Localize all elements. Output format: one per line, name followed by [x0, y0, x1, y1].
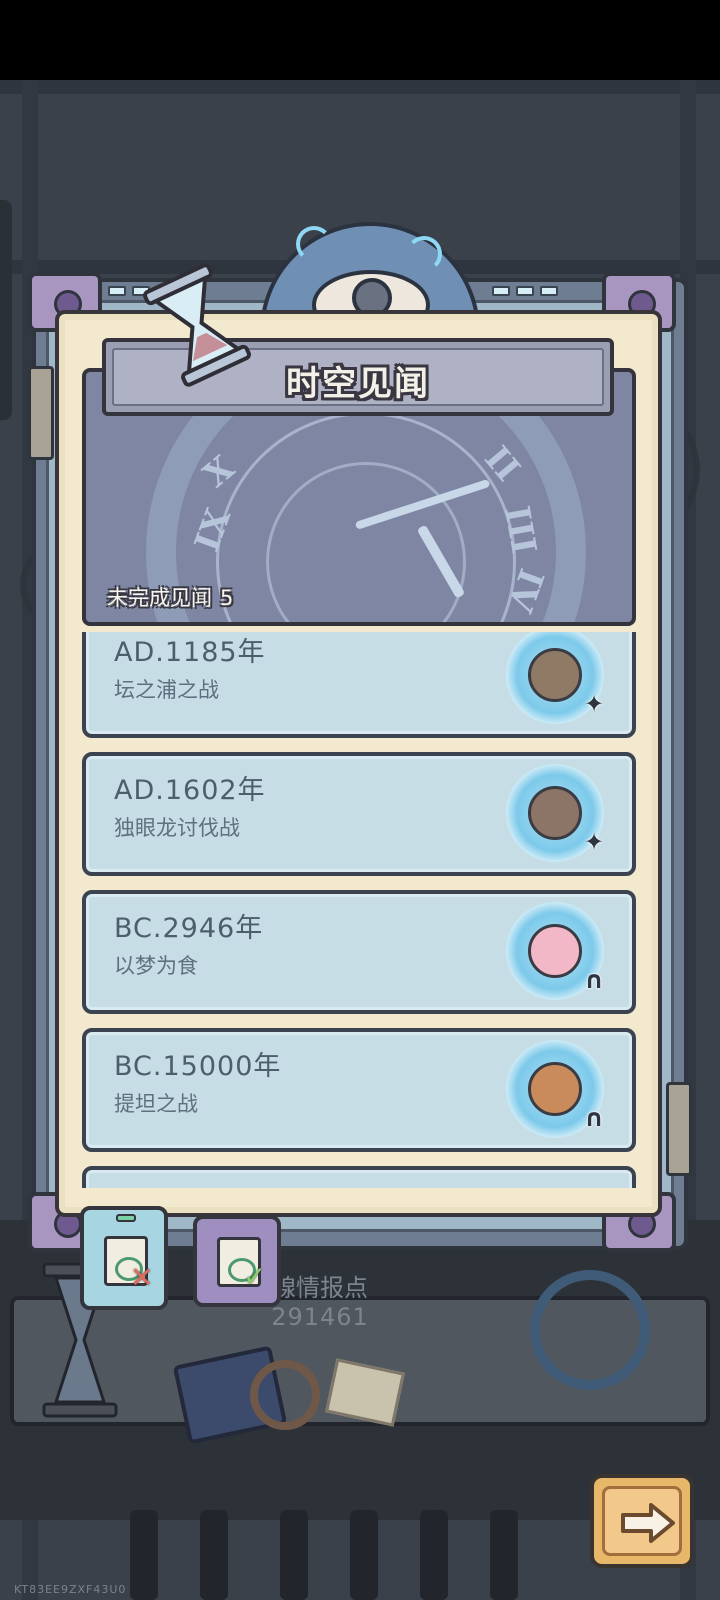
frame-side-strip-right [666, 1082, 692, 1176]
magnifying-glass-icon [250, 1360, 320, 1430]
event-year: BC.15000年 [114, 1051, 282, 1082]
one-eyed-warlord-avatar [528, 786, 582, 840]
incomplete-count: 5 [220, 586, 234, 610]
cross-icon: ✕ [130, 1261, 154, 1294]
frame-lights-right [492, 286, 558, 302]
lightning-spark-icon [296, 226, 332, 262]
event-year: BC.2946年 [114, 913, 264, 944]
event-year: AD.1185年 [114, 637, 266, 668]
intel-points-value: 291461 [271, 1303, 369, 1331]
shuriken-icon: ✦ [583, 828, 605, 856]
lightning-spark-icon [406, 236, 442, 272]
check-icon: ✓ [243, 1260, 267, 1293]
event-name: 以梦为食 [114, 954, 198, 978]
arrow-right-icon [621, 1503, 675, 1543]
orbit-device-icon [530, 1270, 650, 1390]
event-card-1602[interactable]: AD.1602年 独眼龙讨伐战 ✦ [82, 752, 636, 876]
event-name: 独眼龙讨伐战 [114, 816, 240, 840]
event-card-2946[interactable]: BC.2946年 以梦为食 ∩ [82, 890, 636, 1014]
frame-side-strip-left [28, 366, 54, 460]
incomplete-records-counter: 未完成见闻 5 [107, 582, 233, 612]
event-list[interactable]: AD.1185年 坛之浦之战 ✦ AD.1602年 独眼龙讨伐战 ✦ BC.29… [82, 632, 636, 1188]
event-year: AD.1602年 [114, 775, 266, 806]
build-id: KT83EE9ZXF43U0 [14, 1583, 127, 1596]
crowned-goddess-avatar [528, 1062, 582, 1116]
samurai-warrior-avatar [528, 648, 582, 702]
pink-dream-beast-avatar [528, 924, 582, 978]
event-card-1185[interactable]: AD.1185年 坛之浦之战 ✦ [82, 632, 636, 738]
next-button[interactable] [590, 1474, 694, 1568]
incomplete-label: 未完成见闻 [107, 586, 212, 610]
horseshoe-icon: ∩ [584, 1104, 604, 1132]
event-name: 坛之浦之战 [114, 678, 219, 702]
shuriken-icon: ✦ [583, 690, 605, 718]
unfinished-records-tab[interactable]: ✕ [80, 1206, 168, 1310]
horseshoe-icon: ∩ [584, 966, 604, 994]
event-card-15000[interactable]: BC.15000年 提坦之战 ∩ [82, 1028, 636, 1152]
status-bar [0, 0, 720, 80]
finished-records-tab[interactable]: ✓ [193, 1215, 281, 1307]
event-name: 提坦之战 [114, 1092, 198, 1116]
side-drawer-handle[interactable] [0, 200, 12, 420]
event-card-partial[interactable] [82, 1166, 636, 1188]
